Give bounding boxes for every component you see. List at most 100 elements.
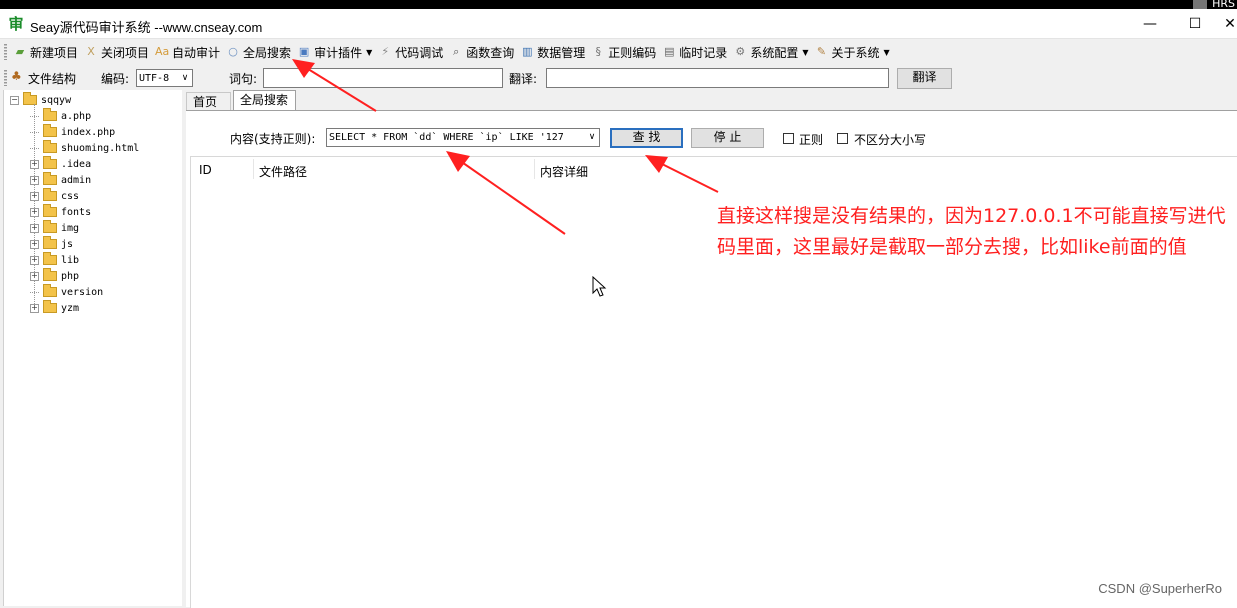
tree-item[interactable]: + php xyxy=(30,268,79,284)
tree-item[interactable]: + fonts xyxy=(30,204,91,220)
tree-item-label: fonts xyxy=(61,206,92,218)
global-search-icon: ○ xyxy=(228,45,238,58)
tree-connector xyxy=(30,131,39,133)
dropdown-caret-icon[interactable]: ▼ xyxy=(884,48,890,57)
dropdown-caret-icon[interactable]: ▼ xyxy=(366,48,372,57)
word-input[interactable] xyxy=(263,68,503,88)
tree-item[interactable]: shuoming.html xyxy=(30,140,139,156)
secondary-toolbar: ♣ 文件结构 编码: UTF-8 ∨ 词句: 翻译: 翻译 xyxy=(0,66,1237,90)
chevron-down-icon[interactable]: ∨ xyxy=(585,129,599,145)
folder-icon xyxy=(43,252,57,265)
find-button[interactable]: 查 找 xyxy=(610,128,683,148)
tree-item[interactable]: + js xyxy=(30,236,73,252)
toolbar-item-4[interactable]: ▣ 审计插件 ▼ xyxy=(294,41,375,63)
case-insensitive-checkbox[interactable] xyxy=(837,133,848,144)
toolbar-item-label: 函数查询 xyxy=(466,45,515,60)
expand-icon[interactable]: + xyxy=(30,271,39,281)
folder-icon xyxy=(43,284,57,297)
new-project-icon: ▰ xyxy=(15,45,25,58)
collapse-icon[interactable]: − xyxy=(10,95,19,105)
toolbar-item-10[interactable]: ⚙ 系统配置 ▼ xyxy=(730,41,811,63)
toolbar-item-label: 全局搜索 xyxy=(243,45,292,60)
data-manage-icon: ▥ xyxy=(522,45,533,58)
toolbar-item-label: 代码调试 xyxy=(395,45,444,60)
window-title: Seay源代码审计系统 --www.cnseay.com xyxy=(30,20,263,35)
function-search-icon: ⌕ xyxy=(453,45,460,58)
mouse-cursor-icon xyxy=(592,276,607,297)
column-separator[interactable] xyxy=(253,159,254,179)
file-structure-label[interactable]: 文件结构 xyxy=(28,70,76,87)
column-separator[interactable] xyxy=(534,159,535,179)
folder-icon xyxy=(43,140,57,153)
tree-item-label: index.php xyxy=(61,126,116,138)
expand-icon[interactable]: + xyxy=(30,223,39,233)
toolbar-item-11[interactable]: ✎ 关于系统 ▼ xyxy=(811,41,892,63)
tree-item[interactable]: + yzm xyxy=(30,300,79,316)
title-bar: HRS 审 Seay源代码审计系统 --www.cnseay.com — ☐ ✕ xyxy=(0,0,1237,39)
toolbar-item-1[interactable]: X 关闭项目 xyxy=(81,41,152,63)
tree-item[interactable]: + admin xyxy=(30,172,91,188)
main-toolbar: ▰ 新建项目 X 关闭项目 Aa 自动审计 ○ 全局搜索 ▣ 审计插件 ▼ ⚡ 代码调试 ⌕ 函数查询 ▥ 数据… xyxy=(0,40,1237,64)
toolbar-item-6[interactable]: ⌕ 函数查询 xyxy=(446,41,517,63)
column-header-detail[interactable]: 内容详细 xyxy=(540,163,588,180)
toolbar-item-3[interactable]: ○ 全局搜索 xyxy=(223,41,294,63)
tree-item[interactable]: a.php xyxy=(30,108,91,124)
tree-item-label: .idea xyxy=(61,158,92,170)
column-header-path[interactable]: 文件路径 xyxy=(259,163,307,180)
plugin-icon: ▣ xyxy=(298,45,310,58)
toolbar-item-0[interactable]: ▰ 新建项目 xyxy=(10,41,81,63)
encoding-value: UTF-8 xyxy=(139,73,170,84)
expand-icon[interactable]: + xyxy=(30,239,39,249)
tree-item[interactable]: index.php xyxy=(30,124,115,140)
debug-icon: ⚡ xyxy=(381,45,390,58)
tree-item[interactable]: version xyxy=(30,284,103,300)
folder-icon xyxy=(43,204,57,217)
tree-item[interactable]: + css xyxy=(30,188,79,204)
expand-icon[interactable]: + xyxy=(30,159,39,169)
toolbar-item-9[interactable]: ▤ 临时记录 xyxy=(659,41,730,63)
file-tree: − sqqyw a.php index.php shuoming.html + .ide… xyxy=(3,90,183,606)
close-button[interactable]: ✕ xyxy=(1215,13,1237,35)
toolbar-item-2[interactable]: Aa 自动审计 xyxy=(152,41,223,63)
dropdown-caret-icon[interactable]: ▼ xyxy=(802,48,808,57)
tree-item-label: a.php xyxy=(61,110,92,122)
search-content-input[interactable]: SELECT * FROM `dd` WHERE `ip` LIKE '127 … xyxy=(326,128,600,147)
translate-input[interactable] xyxy=(546,68,889,88)
tab-global-search[interactable]: 全局搜索 xyxy=(233,90,296,111)
expand-icon[interactable]: + xyxy=(30,255,39,265)
tree-item[interactable]: + .idea xyxy=(30,156,91,172)
expand-icon[interactable]: + xyxy=(30,303,39,313)
tree-root[interactable]: − sqqyw xyxy=(10,92,71,108)
tree-item[interactable]: + lib xyxy=(30,252,79,268)
toolbar-item-label: 自动审计 xyxy=(172,45,221,60)
encoding-select[interactable]: UTF-8 ∨ xyxy=(136,69,193,87)
annotation-text: 直接这样搜是没有结果的，因为127.0.0.1不可能直接写进代码里面，这里最好是… xyxy=(717,205,1226,258)
expand-icon[interactable]: + xyxy=(30,207,39,217)
tree-item[interactable]: + img xyxy=(30,220,79,236)
translate-button[interactable]: 翻译 xyxy=(897,68,952,89)
minimize-button[interactable]: — xyxy=(1135,13,1165,35)
translate-label: 翻译: xyxy=(509,72,538,86)
toolbar-item-label: 临时记录 xyxy=(679,45,728,60)
column-header-id[interactable]: ID xyxy=(199,163,212,177)
tab-home[interactable]: 首页 xyxy=(186,92,231,110)
regex-checkbox[interactable] xyxy=(783,133,794,144)
tree-item-label: yzm xyxy=(61,302,80,314)
toolbar-grip[interactable] xyxy=(4,44,7,60)
toolbar-item-8[interactable]: § 正则编码 xyxy=(588,41,659,63)
folder-icon xyxy=(43,108,57,121)
watermark: CSDN @SuperherRo xyxy=(1098,581,1222,596)
toolbar-item-5[interactable]: ⚡ 代码调试 xyxy=(375,41,446,63)
toolbar-grip[interactable] xyxy=(4,70,7,86)
expand-icon[interactable]: + xyxy=(30,191,39,201)
tree-item-label: admin xyxy=(61,174,92,186)
stop-button[interactable]: 停 止 xyxy=(691,128,764,148)
word-label: 词句: xyxy=(229,72,258,86)
tree-item-label: css xyxy=(61,190,80,202)
folder-icon xyxy=(43,156,57,169)
expand-icon[interactable]: + xyxy=(30,175,39,185)
toolbar-item-7[interactable]: ▥ 数据管理 xyxy=(517,41,588,63)
maximize-button[interactable]: ☐ xyxy=(1180,13,1210,35)
toolbar-item-label: 系统配置 xyxy=(750,45,799,60)
toolbar-item-label: 审计插件 xyxy=(314,45,363,60)
